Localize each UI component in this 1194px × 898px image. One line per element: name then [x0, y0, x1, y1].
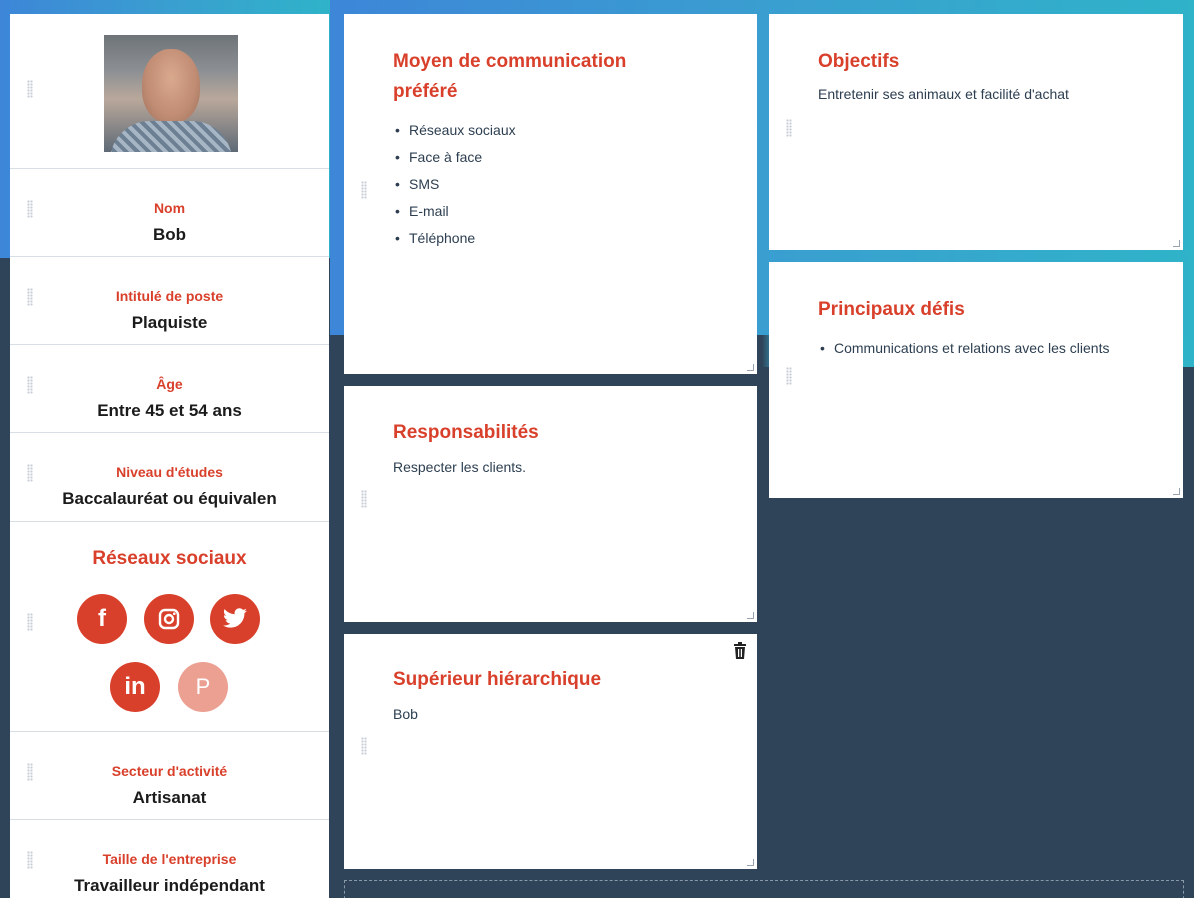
avatar: [104, 35, 238, 152]
drag-handle-icon[interactable]: [27, 200, 33, 218]
objectives-text: Entretenir ses animaux et facilité d'ach…: [818, 86, 1069, 102]
resize-handle-icon[interactable]: [1173, 488, 1180, 495]
communication-list: Réseaux sociaux Face à face SMS E-mail T…: [393, 117, 626, 252]
list-item: Face à face: [393, 144, 626, 171]
list-item: Communications et relations avec les cli…: [818, 335, 1148, 362]
age-card[interactable]: Âge Entre 45 et 54 ans: [10, 345, 329, 433]
drag-handle-icon[interactable]: [361, 181, 367, 199]
education-value: Baccalauréat ou équivalen: [62, 489, 277, 508]
job-title-value: Plaquiste: [131, 313, 208, 332]
job-title-card[interactable]: Intitulé de poste Plaquiste: [10, 257, 329, 345]
instagram-icon[interactable]: [144, 594, 194, 644]
name-label: Nom: [153, 200, 186, 216]
social-networks-title: Réseaux sociaux: [92, 548, 247, 569]
sector-card[interactable]: Secteur d'activité Artisanat: [10, 732, 329, 820]
resize-handle-icon[interactable]: [747, 612, 754, 619]
drag-handle-icon[interactable]: [27, 376, 33, 394]
drag-handle-icon[interactable]: [27, 80, 33, 98]
manager-title: Supérieur hiérarchique: [393, 669, 602, 690]
responsibilities-card[interactable]: Responsabilités Respecter les clients.: [344, 386, 757, 622]
sector-value: Artisanat: [132, 788, 207, 807]
communication-title-line2: préféré: [393, 81, 458, 102]
drag-handle-icon[interactable]: [786, 367, 792, 385]
drag-handle-icon[interactable]: [361, 490, 367, 508]
pinterest-icon[interactable]: P: [178, 662, 228, 712]
resize-handle-icon[interactable]: [1173, 240, 1180, 247]
drag-handle-icon[interactable]: [361, 737, 367, 755]
sector-label: Secteur d'activité: [111, 763, 228, 779]
education-label: Niveau d'études: [116, 464, 223, 480]
responsibilities-title: Responsabilités: [393, 422, 539, 443]
resize-handle-icon[interactable]: [747, 364, 754, 371]
communication-title-line1: Moyen de communication: [393, 51, 627, 72]
persona-profile-column: Nom Bob Intitulé de poste Plaquiste Âge …: [10, 14, 329, 898]
drop-zone[interactable]: [344, 880, 1184, 898]
name-value: Bob: [152, 225, 187, 244]
resize-handle-icon[interactable]: [747, 859, 754, 866]
trash-icon[interactable]: [733, 642, 747, 664]
age-label: Âge: [156, 376, 183, 392]
list-item: Réseaux sociaux: [393, 117, 626, 144]
age-value: Entre 45 et 54 ans: [97, 401, 242, 420]
list-item: SMS: [393, 171, 626, 198]
profile-photo-card[interactable]: [10, 14, 329, 169]
twitter-icon[interactable]: [210, 594, 260, 644]
drag-handle-icon[interactable]: [27, 763, 33, 781]
manager-card[interactable]: Supérieur hiérarchique Bob: [344, 634, 757, 869]
drag-handle-icon[interactable]: [27, 464, 33, 482]
drag-handle-icon[interactable]: [27, 288, 33, 306]
company-size-label: Taille de l'entreprise: [102, 851, 237, 867]
manager-text: Bob: [393, 706, 418, 722]
drag-handle-icon[interactable]: [786, 119, 792, 137]
drag-handle-icon[interactable]: [27, 613, 33, 631]
list-item: Téléphone: [393, 225, 626, 252]
company-size-value: Travailleur indépendant: [74, 876, 265, 895]
education-card[interactable]: Niveau d'études Baccalauréat ou équivale…: [10, 433, 329, 522]
objectives-card[interactable]: Objectifs Entretenir ses animaux et faci…: [769, 14, 1183, 250]
job-title-label: Intitulé de poste: [115, 288, 224, 304]
linkedin-icon[interactable]: in: [110, 662, 160, 712]
drag-handle-icon[interactable]: [27, 851, 33, 869]
facebook-icon[interactable]: f: [77, 594, 127, 644]
name-card[interactable]: Nom Bob: [10, 169, 329, 257]
challenges-list: Communications et relations avec les cli…: [818, 335, 1148, 362]
challenges-title: Principaux défis: [818, 299, 965, 320]
challenges-card[interactable]: Principaux défis Communications et relat…: [769, 262, 1183, 498]
responsibilities-text: Respecter les clients.: [393, 459, 527, 475]
company-size-card[interactable]: Taille de l'entreprise Travailleur indép…: [10, 820, 329, 898]
list-item: E-mail: [393, 198, 626, 225]
objectives-title: Objectifs: [818, 51, 900, 72]
social-networks-card[interactable]: Réseaux sociaux f in P: [10, 522, 329, 732]
communication-card[interactable]: Moyen de communication préféré Réseaux s…: [344, 14, 757, 374]
